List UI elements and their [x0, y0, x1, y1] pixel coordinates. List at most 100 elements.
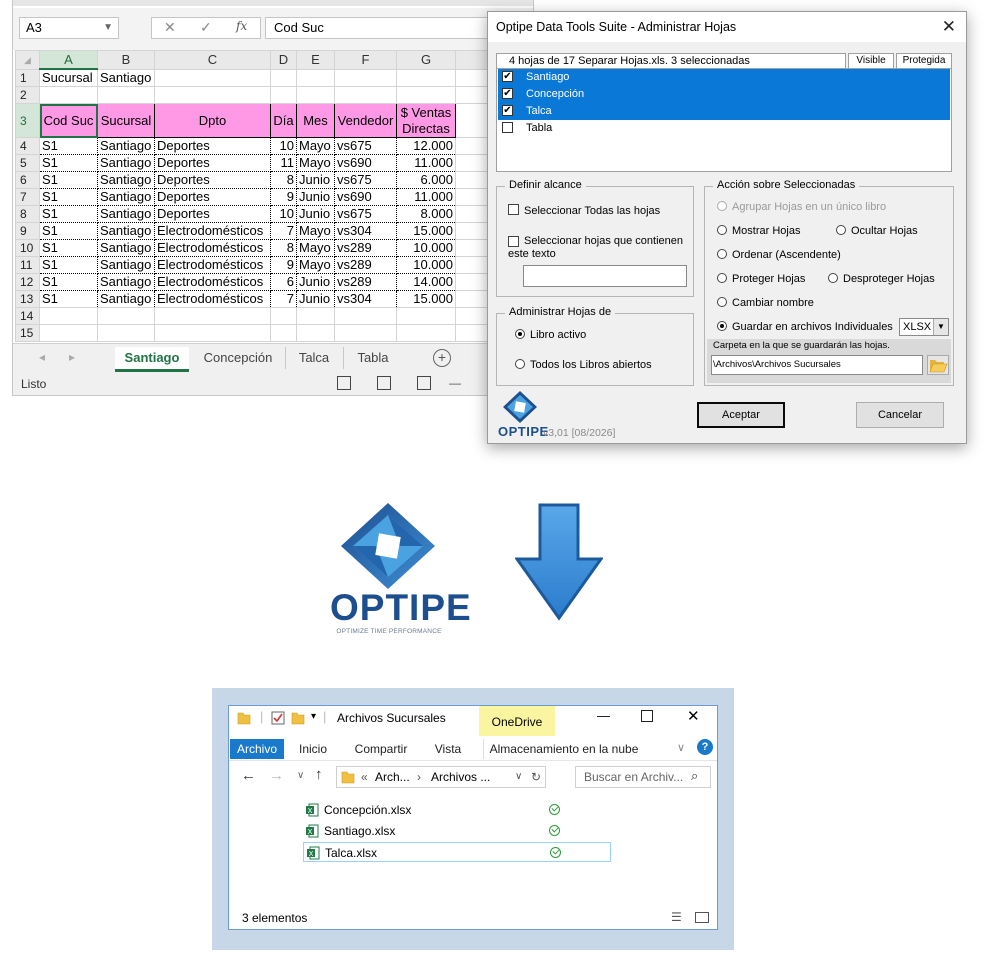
protect-radio[interactable]: [717, 273, 727, 283]
search-icon[interactable]: ⌕: [691, 768, 698, 784]
cell[interactable]: [154, 68, 271, 87]
cell[interactable]: Electrodomésticos: [154, 290, 271, 308]
row-header[interactable]: 10: [15, 239, 40, 257]
cell[interactable]: [296, 324, 335, 342]
cell[interactable]: Santiago: [97, 205, 155, 223]
cell[interactable]: vs289: [334, 256, 397, 274]
header-cell[interactable]: Día: [270, 103, 297, 138]
header-cell[interactable]: Dpto: [154, 103, 271, 138]
cell[interactable]: [396, 68, 456, 87]
cell[interactable]: S1: [39, 205, 98, 223]
column-header-c[interactable]: C: [154, 50, 271, 70]
cell[interactable]: Junio: [296, 205, 335, 223]
browse-folder-button[interactable]: [927, 355, 949, 375]
cell[interactable]: Mayo: [296, 239, 335, 257]
tab-archivo[interactable]: Archivo: [230, 739, 284, 759]
active-book-option[interactable]: Libro activo: [515, 329, 586, 341]
cell[interactable]: Santiago: [97, 188, 155, 206]
cell[interactable]: Deportes: [154, 188, 271, 206]
cell[interactable]: Electrodomésticos: [154, 273, 271, 291]
row-header[interactable]: 5: [15, 154, 40, 172]
checkbox[interactable]: ✔: [502, 88, 513, 99]
row-header[interactable]: 8: [15, 205, 40, 223]
cell[interactable]: [334, 307, 397, 325]
sheets-listbox[interactable]: ✔ Santiago ✔ Concepción ✔ Talca Tabla: [496, 68, 952, 172]
cell[interactable]: 8: [270, 239, 297, 257]
cell[interactable]: S1: [39, 222, 98, 240]
properties-icon[interactable]: [271, 711, 285, 725]
cell[interactable]: Deportes: [154, 154, 271, 172]
cell[interactable]: [396, 86, 456, 104]
header-cell[interactable]: Sucursal: [97, 103, 155, 138]
row-header[interactable]: 12: [15, 273, 40, 291]
sort-radio[interactable]: [717, 249, 727, 259]
cell[interactable]: [39, 307, 98, 325]
cell[interactable]: S1: [39, 256, 98, 274]
cell[interactable]: S1: [39, 239, 98, 257]
cell[interactable]: Junio: [296, 171, 335, 189]
cell[interactable]: [97, 307, 155, 325]
cell[interactable]: 7: [270, 290, 297, 308]
prev-sheet-icon[interactable]: ◂: [39, 350, 45, 364]
accept-button[interactable]: Aceptar: [697, 402, 785, 428]
cell[interactable]: 9: [270, 256, 297, 274]
cell[interactable]: vs289: [334, 273, 397, 291]
cell[interactable]: [270, 86, 297, 104]
expand-ribbon-icon[interactable]: ∨: [677, 741, 685, 754]
up-arrow-icon[interactable]: ↑: [315, 766, 323, 783]
cell[interactable]: Santiago: [97, 290, 155, 308]
cell[interactable]: Santiago: [97, 273, 155, 291]
cell[interactable]: 10.000: [396, 239, 456, 257]
column-header-g[interactable]: G: [396, 50, 456, 70]
cancel-icon[interactable]: ✕: [164, 19, 176, 36]
confirm-icon[interactable]: ✓: [200, 19, 212, 36]
minimize-icon[interactable]: —: [597, 708, 610, 723]
cell[interactable]: [270, 307, 297, 325]
file-item[interactable]: X Talca.xlsx: [303, 842, 611, 862]
cell[interactable]: [334, 324, 397, 342]
tab-vista[interactable]: Vista: [427, 739, 469, 759]
row-header[interactable]: 1: [15, 68, 40, 87]
cell[interactable]: Mayo: [296, 154, 335, 172]
sort-option[interactable]: Ordenar (Ascendente): [717, 249, 841, 261]
hide-sheets-option[interactable]: Ocultar Hojas: [836, 225, 918, 237]
cell[interactable]: [270, 324, 297, 342]
save-individual-radio[interactable]: [717, 321, 727, 331]
tab-inicio[interactable]: Inicio: [291, 739, 335, 759]
cell[interactable]: 12.000: [396, 137, 456, 155]
cell[interactable]: Junio: [296, 290, 335, 308]
cell[interactable]: 10: [270, 205, 297, 223]
row-header[interactable]: 7: [15, 188, 40, 206]
cell[interactable]: S1: [39, 137, 98, 155]
row-header[interactable]: 6: [15, 171, 40, 189]
cell[interactable]: [97, 324, 155, 342]
hide-sheets-radio[interactable]: [836, 225, 846, 235]
function-icon[interactable]: fx: [236, 19, 247, 33]
header-cell[interactable]: Vendedor: [334, 103, 397, 138]
next-sheet-icon[interactable]: ▸: [69, 350, 75, 364]
details-view-icon[interactable]: ☰: [671, 910, 682, 924]
list-item[interactable]: Tabla: [498, 120, 950, 137]
checkbox[interactable]: ✔: [502, 105, 513, 116]
tab-talca[interactable]: Talca: [285, 347, 342, 369]
column-header-f[interactable]: F: [334, 50, 397, 70]
cell[interactable]: Santiago: [97, 171, 155, 189]
contains-text-option[interactable]: Seleccionar hojas que contienen este tex…: [508, 235, 688, 261]
cell[interactable]: Junio: [296, 273, 335, 291]
address-bar[interactable]: « Arch... › Archivos ... ∨ ↻: [336, 766, 546, 788]
cell[interactable]: 11.000: [396, 154, 456, 172]
zoom-slider[interactable]: —: [449, 372, 461, 394]
cell[interactable]: Deportes: [154, 171, 271, 189]
cell[interactable]: Santiago: [97, 256, 155, 274]
visible-column-button[interactable]: Visible: [848, 53, 894, 69]
cell[interactable]: 9: [270, 188, 297, 206]
cell[interactable]: 11: [270, 154, 297, 172]
cell[interactable]: Electrodomésticos: [154, 222, 271, 240]
cell[interactable]: 6: [270, 273, 297, 291]
tab-concepcion[interactable]: Concepción: [195, 347, 281, 369]
row-header[interactable]: 13: [15, 290, 40, 308]
cell[interactable]: Electrodomésticos: [154, 239, 271, 257]
cell[interactable]: 8: [270, 171, 297, 189]
column-header-a[interactable]: A: [39, 50, 98, 70]
cell[interactable]: Mayo: [296, 256, 335, 274]
